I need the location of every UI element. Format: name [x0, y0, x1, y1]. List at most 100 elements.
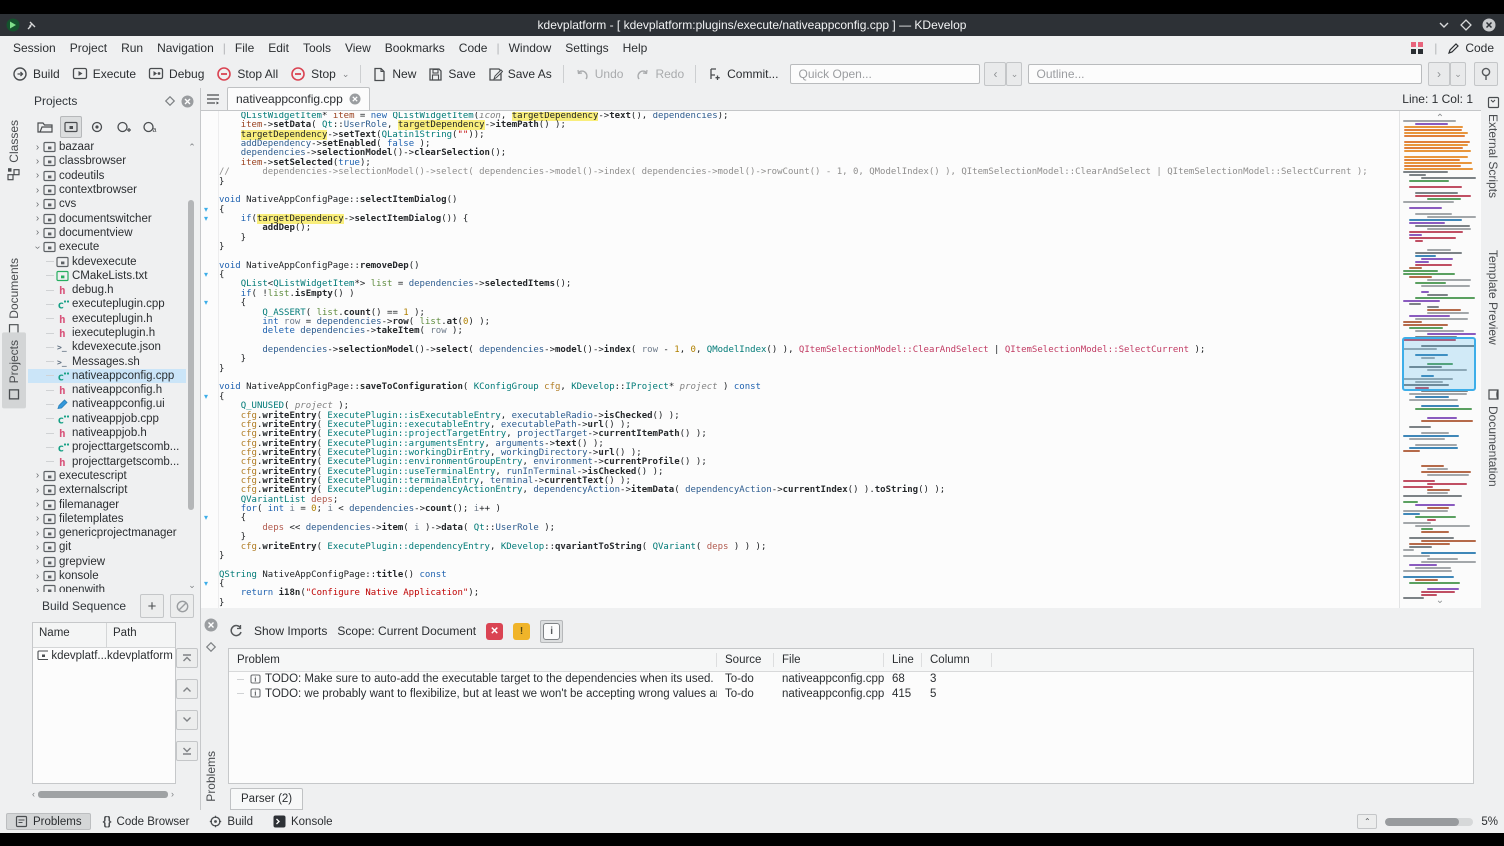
menu-file[interactable]: File	[228, 41, 261, 55]
minimap-viewport[interactable]	[1402, 337, 1476, 391]
minimize-button[interactable]	[1438, 19, 1450, 31]
tab-classes[interactable]: Classes	[2, 112, 26, 189]
tree-item-projecttargetscomb-[interactable]: c projecttargetscomb...	[28, 440, 186, 454]
status-problems-button[interactable]: Problems	[6, 813, 91, 830]
tree-item-git[interactable]: › git	[28, 540, 186, 554]
errors-filter-icon[interactable]: ✕	[486, 622, 504, 640]
status-build-button[interactable]: Build	[201, 811, 261, 832]
move-bottom-button[interactable]	[176, 741, 198, 761]
chevron-down-icon[interactable]: ›	[32, 242, 43, 253]
save-button[interactable]: Save	[422, 62, 481, 86]
jump-to-declaration-button[interactable]	[1474, 62, 1498, 86]
code-line[interactable]: delete dependencies->takeItem( row );	[219, 327, 1400, 336]
tree-item-nativeappjob-cpp[interactable]: c nativeappjob.cpp	[28, 412, 186, 426]
tree-item-bazaar[interactable]: › bazaar	[28, 140, 186, 154]
menu-bookmarks[interactable]: Bookmarks	[378, 41, 452, 55]
code-line[interactable]: if( !list.isEmpty() )	[219, 289, 1400, 299]
tree-item-messages-sh[interactable]: >_ Messages.sh	[28, 354, 186, 368]
new-button[interactable]: New	[366, 62, 422, 86]
chevron-right-icon[interactable]: ›	[32, 142, 43, 153]
outline-forward-button[interactable]: ›	[1428, 62, 1450, 86]
fold-marker-icon[interactable]: ▾	[204, 514, 208, 522]
chevron-right-icon[interactable]: ›	[32, 470, 43, 481]
bs-horizontal-scrollbar[interactable]: ‹ ›	[32, 788, 174, 800]
code-line[interactable]: }	[219, 177, 1400, 187]
build-sequence-row[interactable]: kdevplatf... kdevplatform	[33, 648, 175, 663]
menu-view[interactable]: View	[338, 41, 378, 55]
chevron-right-icon[interactable]: ›	[32, 213, 43, 224]
status-code-browser-button[interactable]: {} Code Browser	[95, 811, 198, 832]
float-panel-icon[interactable]	[165, 96, 175, 106]
build-button[interactable]: Build	[6, 62, 66, 86]
show-imports-button[interactable]: Show Imports	[254, 624, 327, 638]
tree-item-iexecuteplugin-h[interactable]: h iexecuteplugin.h	[28, 326, 186, 340]
quick-open-caret-button[interactable]: ⌄	[1006, 62, 1023, 86]
open-project-icon[interactable]	[34, 116, 56, 138]
save-as-button[interactable]: Save As	[482, 62, 558, 86]
fold-marker-icon[interactable]: ▾	[204, 580, 208, 588]
tab-documentation[interactable]: Documentation	[1482, 388, 1504, 487]
chevron-right-icon[interactable]: ›	[32, 499, 43, 510]
stop-button[interactable]: Stop ⌄	[284, 62, 355, 86]
chevron-right-icon[interactable]: ›	[32, 199, 43, 210]
code-line[interactable]: void NativeAppConfigPage::selectItemDial…	[219, 196, 1400, 205]
close-button[interactable]	[1482, 18, 1496, 32]
problems-float-icon[interactable]	[206, 642, 216, 652]
debug-button[interactable]: Debug	[142, 62, 210, 86]
status-expand-icon[interactable]: ⌃	[1357, 814, 1378, 829]
tab-external-scripts[interactable]: External Scripts	[1482, 96, 1504, 198]
document-list-icon[interactable]	[201, 88, 225, 110]
problem-row[interactable]: i TODO: Make sure to auto-add the executa…	[229, 672, 1473, 687]
fold-marker-icon[interactable]: ▾	[204, 392, 208, 401]
editor-tab-nativeappconfig[interactable]: nativeappconfig.cpp	[227, 87, 370, 110]
menu-project[interactable]: Project	[63, 41, 114, 55]
tree-item-nativeappconfig-ui[interactable]: nativeappconfig.ui	[28, 397, 186, 411]
fold-marker-icon[interactable]: ▾	[204, 205, 208, 214]
menu-session[interactable]: Session	[6, 41, 63, 55]
chevron-right-icon[interactable]: ›	[32, 528, 43, 539]
menu-run[interactable]: Run	[114, 41, 150, 55]
chevron-right-icon[interactable]: ›	[32, 156, 43, 167]
configure-auto-icon[interactable]: a	[138, 116, 160, 138]
tree-item-debug-h[interactable]: h debug.h	[28, 283, 186, 297]
code-line[interactable]: dependencies->selectionModel()->select( …	[219, 345, 1400, 355]
chevron-right-icon[interactable]: ›	[32, 513, 43, 524]
chevron-right-icon[interactable]: ›	[32, 542, 43, 553]
code-line[interactable]: }	[219, 598, 1400, 608]
maximize-button[interactable]	[1460, 19, 1472, 31]
tree-item-externalscript[interactable]: › externalscript	[28, 483, 186, 497]
tree-item-openwith[interactable]: › openwith	[28, 583, 186, 592]
code-line[interactable]: }	[219, 242, 1400, 252]
tree-scroll-down-icon[interactable]: ⌄	[187, 580, 197, 591]
chevron-right-icon[interactable]: ›	[32, 227, 43, 238]
build-sequence-remove-button[interactable]	[170, 594, 194, 618]
tree-item-classbrowser[interactable]: › classbrowser	[28, 154, 186, 168]
code-line[interactable]: void NativeAppConfigPage::saveToConfigur…	[219, 383, 1400, 392]
code-area-button[interactable]: Code	[1447, 41, 1494, 55]
quick-open-back-button[interactable]: ‹	[984, 62, 1007, 86]
tree-item-grepview[interactable]: › grepview	[28, 555, 186, 569]
tree-item-execute[interactable]: › execute	[28, 240, 186, 254]
code-line[interactable]: }	[219, 364, 1400, 374]
area-switcher-icon[interactable]	[1410, 41, 1424, 55]
tree-item-projecttargetscomb-[interactable]: h projecttargetscomb...	[28, 455, 186, 469]
code-line[interactable]: }	[219, 355, 1400, 364]
minimap[interactable]: ⌃ ⌄	[1399, 111, 1480, 608]
tree-item-kdevexecute[interactable]: kdevexecute	[28, 254, 186, 268]
chevron-right-icon[interactable]: ›	[32, 485, 43, 496]
code-line[interactable]: cfg.writeEntry( ExecutePlugin::dependenc…	[219, 486, 1400, 495]
tree-item-genericprojectmanager[interactable]: › genericprojectmanager	[28, 526, 186, 540]
code-line[interactable]: cfg.writeEntry( ExecutePlugin::dependenc…	[219, 542, 1400, 552]
col-column[interactable]: Column	[922, 653, 992, 667]
tree-item-filemanager[interactable]: › filemanager	[28, 497, 186, 511]
stop-dropdown-caret[interactable]: ⌄	[342, 69, 350, 80]
scope-button[interactable]: Scope: Current Document	[337, 624, 476, 638]
code-line[interactable]: deps << dependencies->item( i )->data( Q…	[219, 523, 1400, 533]
col-line[interactable]: Line	[884, 653, 922, 667]
menu-code[interactable]: Code	[452, 41, 495, 55]
configure-icon[interactable]	[86, 116, 108, 138]
code-line[interactable]: QString NativeAppConfigPage::title() con…	[219, 570, 1400, 580]
code-line[interactable]: return i18n("Configure Native Applicatio…	[219, 589, 1400, 598]
build-sequence-add-button[interactable]: +	[140, 594, 164, 618]
project-view-icon[interactable]	[60, 116, 82, 138]
